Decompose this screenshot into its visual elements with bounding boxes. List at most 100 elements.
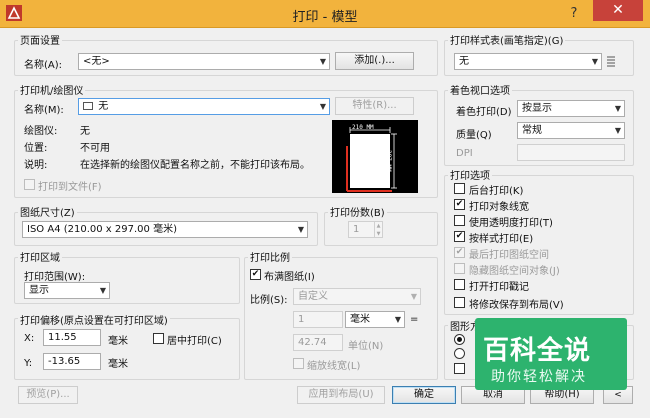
scale-unit-combo[interactable]: 毫米 ▼ [345,311,405,328]
style-table-label: 打印样式表(画笔指定)(G) [448,32,566,47]
chevron-down-icon: ▼ [614,104,621,113]
fit-to-paper-label: 布满图纸(I) [264,272,315,283]
offset-x-input[interactable]: 11.55 [43,329,101,346]
chevron-down-icon: ▼ [591,57,598,66]
printer-name-label: 名称(M): [24,105,64,116]
landscape-radio[interactable] [454,348,465,359]
scale-lineweights-checkbox[interactable] [293,358,304,369]
quality-value: 常规 [522,125,542,136]
printer-name-combo[interactable]: 无 ▼ [78,98,330,115]
plot-options-label: 打印选项 [448,167,492,182]
watermark-title: 百科全说 [483,336,592,366]
shade-plot-value: 按显示 [522,103,552,114]
plot-stamp-checkbox[interactable] [454,279,465,290]
preview-width-label: 210 MM [352,124,374,131]
center-plot-label: 居中打印(C) [167,336,222,347]
plot-transparency-label: 使用透明度打印(T) [469,218,553,229]
properties-button[interactable]: 特性(R)... [335,97,414,115]
scale-equals: = [410,314,419,325]
quality-combo[interactable]: 常规 ▼ [517,122,625,139]
watermark-subtitle: 助你轻松解决 [491,369,587,385]
fit-to-paper-checkbox[interactable]: ✔ [250,269,261,280]
plot-offset-group [14,318,240,380]
scale-lineweights-label: 缩放线宽(L) [307,361,361,372]
save-to-layout-checkbox[interactable] [454,297,465,308]
close-button[interactable]: ✕ [593,0,643,21]
preview-button[interactable]: 预览(P)... [18,386,78,404]
quality-label: 质量(Q) [456,130,492,141]
help-icon[interactable]: ? [565,5,583,23]
offset-x-unit: 毫米 [108,336,128,347]
paper-size-combo[interactable]: ISO A4 (210.00 x 297.00 毫米) ▼ [22,221,308,238]
page-setup-label: 页面设置 [18,32,62,47]
ok-button[interactable]: 确定 [392,386,456,404]
window-title: 打印 - 模型 [292,10,358,25]
scale-unit-value: 毫米 [350,314,370,325]
scale-combo[interactable]: 自定义 ▼ [293,288,421,305]
dpi-label: DPI [456,148,473,159]
plot-offset-label: 打印偏移(原点设置在可打印区域) [18,312,170,327]
page-setup-name-value: <无> [83,56,110,67]
plot-range-combo[interactable]: 显示 ▼ [24,282,110,299]
offset-x-label: X: [24,333,35,344]
save-to-layout-label: 将修改保存到布局(V) [469,300,564,311]
offset-y-input[interactable]: -13.65 [43,353,101,370]
shade-plot-label: 着色打印(D) [456,107,512,118]
description-label: 说明: [24,160,48,171]
offset-y-unit: 毫米 [108,359,128,370]
shade-plot-combo[interactable]: 按显示 ▼ [517,100,625,117]
hide-paperspace-objects-label: 隐藏图纸空间对象(J) [469,266,560,277]
shaded-viewport-label: 着色视口选项 [448,82,512,97]
paper-preview-drawing [346,127,397,192]
plot-transparency-checkbox[interactable] [454,215,465,226]
page-setup-name-combo[interactable]: <无> ▼ [78,53,330,70]
plot-lineweights-checkbox[interactable]: ✔ [454,199,465,210]
paper-preview: 210 MM 297 MM [332,120,418,193]
style-table-value: 无 [459,56,469,67]
portrait-radio[interactable] [454,334,465,345]
dpi-input[interactable] [517,144,625,161]
scale-bottom-input[interactable]: 42.74 [293,334,343,351]
style-table-combo[interactable]: 无 ▼ [454,53,602,70]
plot-scale-label: 打印比例 [248,249,292,264]
scale-top-input[interactable]: 1 [293,311,343,328]
plot-area-label: 打印区域 [18,249,62,264]
apply-to-layout-button[interactable]: 应用到布局(U) [297,386,385,404]
chevron-down-icon: ▼ [99,286,106,295]
paperspace-last-checkbox[interactable]: ✔ [454,247,465,258]
plot-range-value: 显示 [29,285,49,296]
chevron-down-icon: ▼ [319,102,326,111]
background-plot-label: 后台打印(K) [469,186,524,197]
paperspace-last-label: 最后打印图纸空间 [469,250,549,261]
plot-with-styles-checkbox[interactable]: ✔ [454,231,465,242]
printer-icon [83,102,93,110]
background-plot-checkbox[interactable] [454,183,465,194]
center-plot-checkbox[interactable] [153,333,164,344]
hide-paperspace-objects-checkbox[interactable] [454,263,465,274]
paper-size-label: 图纸尺寸(Z) [18,204,77,219]
plotter-label: 绘图仪: [24,126,58,137]
printer-name-value: 无 [98,101,109,112]
chevron-down-icon: ▼ [614,126,621,135]
chevron-down-icon: ▼ [394,315,401,324]
scale-units-label: 单位(N) [348,341,384,352]
plot-range-label: 打印范围(W): [24,272,86,283]
chevron-down-icon: ▼ [297,225,304,234]
plotter-value: 无 [80,126,90,137]
offset-y-label: Y: [24,358,33,369]
edit-style-icon[interactable] [606,55,616,67]
plot-stamp-label: 打开打印戳记 [469,282,529,293]
chevron-down-icon: ▼ [319,57,326,66]
scale-label: 比例(S): [250,295,288,306]
paper-size-value: ISO A4 (210.00 x 297.00 毫米) [27,224,177,235]
upside-down-checkbox[interactable] [454,363,465,374]
add-button[interactable]: 添加(.)... [335,52,414,70]
copies-label: 打印份数(B) [328,204,387,219]
description-value: 在选择新的绘图仪配置名称之前，不能打印该布局。 [80,160,310,171]
print-to-file-checkbox[interactable] [24,179,35,190]
location-value: 不可用 [80,143,110,154]
copies-spinner[interactable]: ▲ ▼ [374,221,383,238]
plot-with-styles-label: 按样式打印(E) [469,234,534,245]
scale-value: 自定义 [298,291,328,302]
page-setup-name-label: 名称(A): [24,60,63,71]
